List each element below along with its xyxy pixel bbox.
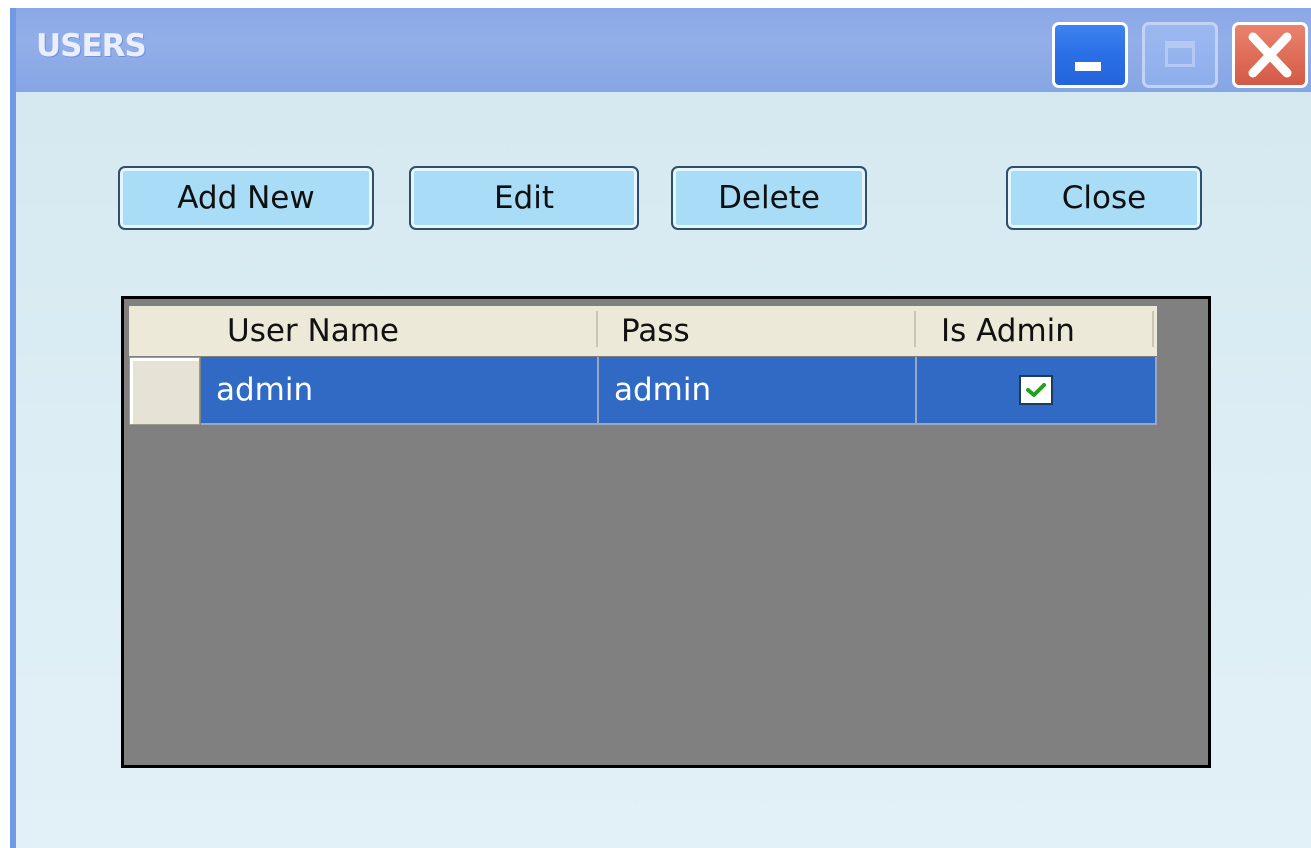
column-separator[interactable] [1152,311,1154,347]
column-separator[interactable] [596,311,598,347]
column-header-user-name[interactable]: User Name [201,306,599,356]
delete-button[interactable]: Delete [671,166,867,230]
add-new-button[interactable]: Add New [118,166,374,230]
column-header-label: Pass [621,313,690,349]
column-header-is-admin[interactable]: Is Admin [917,306,1157,356]
cell-pass[interactable]: admin [599,357,917,425]
users-grid[interactable]: User Name Pass Is Admin admin admin [121,296,1211,768]
close-icon [1248,32,1292,78]
close-button[interactable]: Close [1006,166,1202,230]
cell-user-name[interactable]: admin [201,357,599,425]
maximize-button[interactable] [1142,22,1218,88]
close-window-button[interactable] [1232,22,1308,88]
is-admin-checkbox[interactable] [1019,375,1053,405]
minimize-button[interactable] [1052,22,1128,88]
cell-is-admin[interactable] [917,357,1157,425]
grid-corner-header[interactable] [129,306,201,356]
column-separator[interactable] [914,311,916,347]
window-title: USERS [36,28,147,64]
minimize-icon [1075,62,1101,71]
checkmark-icon [1026,383,1046,397]
column-header-pass[interactable]: Pass [599,306,917,356]
title-bar[interactable]: USERS [16,8,1311,92]
edit-button[interactable]: Edit [409,166,639,230]
column-header-label: Is Admin [941,313,1075,349]
row-selector[interactable] [129,357,200,425]
maximize-icon [1165,41,1195,67]
users-window: USERS Add New Edit Delete Close User Nam… [10,8,1311,848]
column-header-label: User Name [227,313,399,349]
